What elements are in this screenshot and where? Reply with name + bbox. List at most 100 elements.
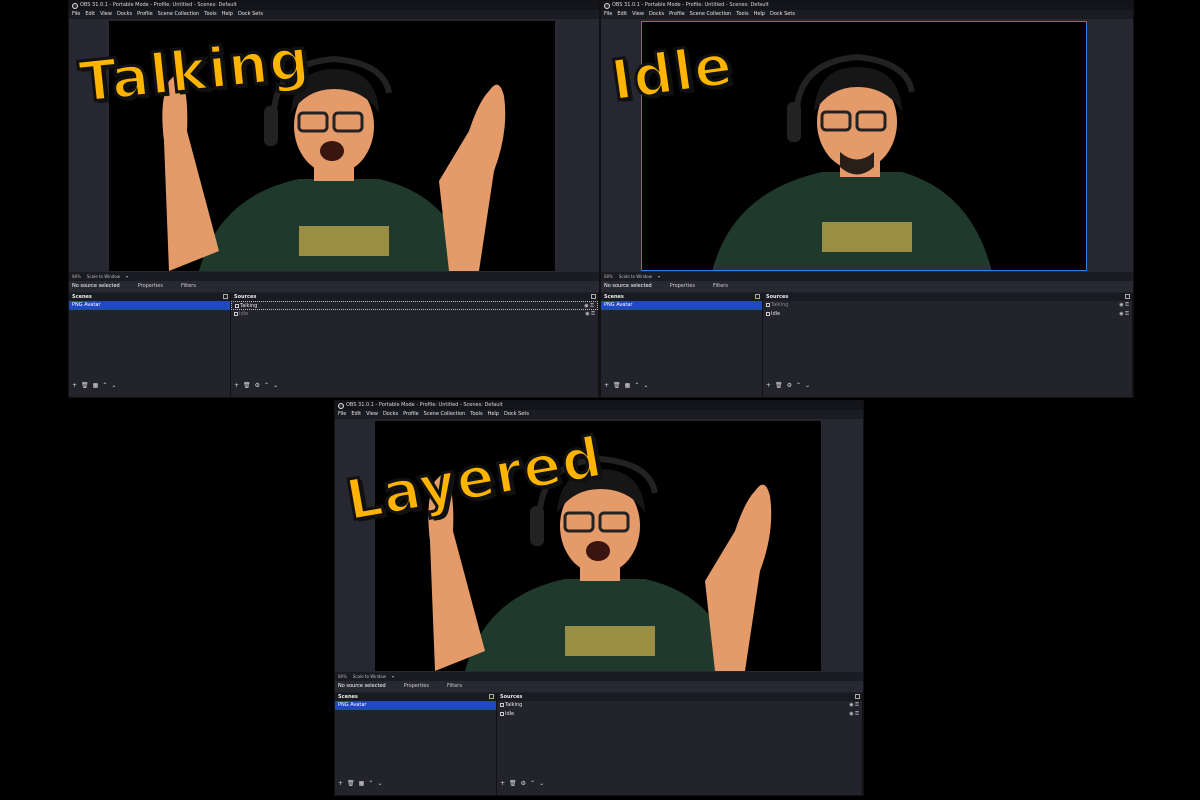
arrow-down-icon[interactable]: ⌄ [111, 381, 116, 391]
source-item[interactable]: Talking ◉ ⚿ [231, 301, 598, 310]
properties-button[interactable]: Properties [404, 681, 429, 692]
menu-item-view[interactable]: View [100, 10, 112, 19]
properties-button[interactable]: Properties [138, 281, 163, 292]
arrow-up-icon[interactable]: ⌃ [368, 779, 373, 789]
obs-logo-icon [72, 2, 78, 9]
filters-button[interactable]: Filters [713, 281, 728, 292]
filters-button[interactable]: Filters [181, 281, 196, 292]
menu-item-dock-sets[interactable]: Dock Sets [504, 410, 529, 419]
menu-item-tools[interactable]: Tools [204, 10, 216, 19]
undock-icon[interactable] [223, 294, 228, 299]
arrow-up-icon[interactable]: ⌃ [634, 381, 639, 391]
preview-controls: 88% Scale to Window ▾ [601, 272, 1133, 281]
lock-icon[interactable]: ⚿ [589, 303, 594, 309]
menu-item-docks[interactable]: Docks [117, 10, 132, 19]
chevron-down-icon[interactable]: ▾ [658, 272, 660, 281]
menu-item-scene-collection[interactable]: Scene Collection [424, 410, 466, 419]
gear-icon[interactable]: ⚙ [787, 381, 792, 391]
source-item[interactable]: Talking ◉ ⚿ [497, 701, 862, 710]
arrow-down-icon[interactable]: ⌄ [539, 779, 544, 789]
menu-item-dock-sets[interactable]: Dock Sets [770, 10, 795, 19]
plus-icon[interactable]: + [604, 381, 609, 391]
menu-item-profile[interactable]: Profile [403, 410, 419, 419]
scene-item[interactable]: PNG Avatar [601, 301, 762, 310]
undock-icon[interactable] [855, 694, 860, 699]
gear-icon[interactable]: ⚙ [521, 779, 526, 789]
scenes-dock: Scenes PNG Avatar + 🗑 ▦ ⌃ ⌄ [69, 293, 231, 397]
trash-icon[interactable]: 🗑 [243, 381, 251, 391]
arrow-up-icon[interactable]: ⌃ [530, 779, 535, 789]
menu-item-help[interactable]: Help [754, 10, 765, 19]
menu-item-profile[interactable]: Profile [137, 10, 153, 19]
arrow-up-icon[interactable]: ⌃ [102, 381, 107, 391]
trash-icon[interactable]: 🗑 [509, 779, 517, 789]
menu-item-file[interactable]: File [604, 10, 612, 19]
scale-mode-select[interactable]: Scale to Window [619, 272, 652, 281]
plus-icon[interactable]: + [766, 381, 771, 391]
zoom-level: 88% [604, 274, 613, 279]
arrow-down-icon[interactable]: ⌄ [643, 381, 648, 391]
menu-item-tools[interactable]: Tools [470, 410, 482, 419]
scale-mode-select[interactable]: Scale to Window [87, 272, 120, 281]
lock-icon[interactable]: ⚿ [854, 711, 859, 717]
trash-icon[interactable]: 🗑 [775, 381, 783, 391]
source-row-icons: ◉ ⚿ [1119, 301, 1129, 310]
properties-button[interactable]: Properties [670, 281, 695, 292]
menu-item-edit[interactable]: Edit [617, 10, 627, 19]
lock-icon[interactable]: ⚿ [1124, 302, 1129, 308]
plus-icon[interactable]: + [500, 779, 505, 789]
menu-item-edit[interactable]: Edit [351, 410, 361, 419]
source-row-icons: ◉ ⚿ [1119, 310, 1129, 319]
arrow-down-icon[interactable]: ⌄ [273, 381, 278, 391]
source-status: No source selected [604, 283, 652, 289]
trash-icon[interactable]: 🗑 [347, 779, 355, 789]
arrow-up-icon[interactable]: ⌃ [796, 381, 801, 391]
plus-icon[interactable]: + [72, 381, 77, 391]
source-item[interactable]: Idle ◉ ⚿ [497, 710, 862, 719]
menu-item-scene-collection[interactable]: Scene Collection [690, 10, 732, 19]
gear-icon[interactable]: ⚙ [255, 381, 260, 391]
plus-icon[interactable]: + [234, 381, 239, 391]
source-item[interactable]: Idle ◉ ⚿ [231, 310, 598, 319]
undock-icon[interactable] [755, 294, 760, 299]
menu-item-profile[interactable]: Profile [669, 10, 685, 19]
scene-item[interactable]: PNG Avatar [335, 701, 496, 710]
undock-icon[interactable] [1125, 294, 1130, 299]
trash-icon[interactable]: 🗑 [81, 381, 89, 391]
source-item[interactable]: Idle ◉ ⚿ [763, 310, 1132, 319]
lock-icon[interactable]: ⚿ [1124, 311, 1129, 317]
source-name: Talking [771, 302, 789, 308]
arrow-down-icon[interactable]: ⌄ [805, 381, 810, 391]
menu-item-view[interactable]: View [366, 410, 378, 419]
chevron-down-icon[interactable]: ▾ [392, 672, 394, 681]
trash-icon[interactable]: 🗑 [613, 381, 621, 391]
menu-item-docks[interactable]: Docks [649, 10, 664, 19]
undock-icon[interactable] [489, 694, 494, 699]
menu-item-help[interactable]: Help [222, 10, 233, 19]
source-item[interactable]: Talking ◉ ⚿ [763, 301, 1132, 310]
undock-icon[interactable] [591, 294, 596, 299]
menu-item-file[interactable]: File [72, 10, 80, 19]
menu-item-edit[interactable]: Edit [85, 10, 95, 19]
filters-button[interactable]: Filters [447, 681, 462, 692]
sources-header: Sources [231, 293, 598, 301]
arrow-up-icon[interactable]: ⌃ [264, 381, 269, 391]
filter-icon[interactable]: ▦ [93, 381, 99, 391]
chevron-down-icon[interactable]: ▾ [126, 272, 128, 281]
menu-item-docks[interactable]: Docks [383, 410, 398, 419]
menu-item-help[interactable]: Help [488, 410, 499, 419]
menu-item-file[interactable]: File [338, 410, 346, 419]
filter-icon[interactable]: ▦ [359, 779, 365, 789]
menu-item-scene-collection[interactable]: Scene Collection [158, 10, 200, 19]
menu-item-view[interactable]: View [632, 10, 644, 19]
scenes-dock: Scenes PNG Avatar + 🗑 ▦ ⌃ ⌄ [335, 693, 497, 795]
menu-item-dock-sets[interactable]: Dock Sets [238, 10, 263, 19]
arrow-down-icon[interactable]: ⌄ [377, 779, 382, 789]
menu-item-tools[interactable]: Tools [736, 10, 748, 19]
lock-icon[interactable]: ⚿ [590, 311, 595, 317]
filter-icon[interactable]: ▦ [625, 381, 631, 391]
scale-mode-select[interactable]: Scale to Window [353, 672, 386, 681]
plus-icon[interactable]: + [338, 779, 343, 789]
scene-item[interactable]: PNG Avatar [69, 301, 230, 310]
lock-icon[interactable]: ⚿ [854, 702, 859, 708]
